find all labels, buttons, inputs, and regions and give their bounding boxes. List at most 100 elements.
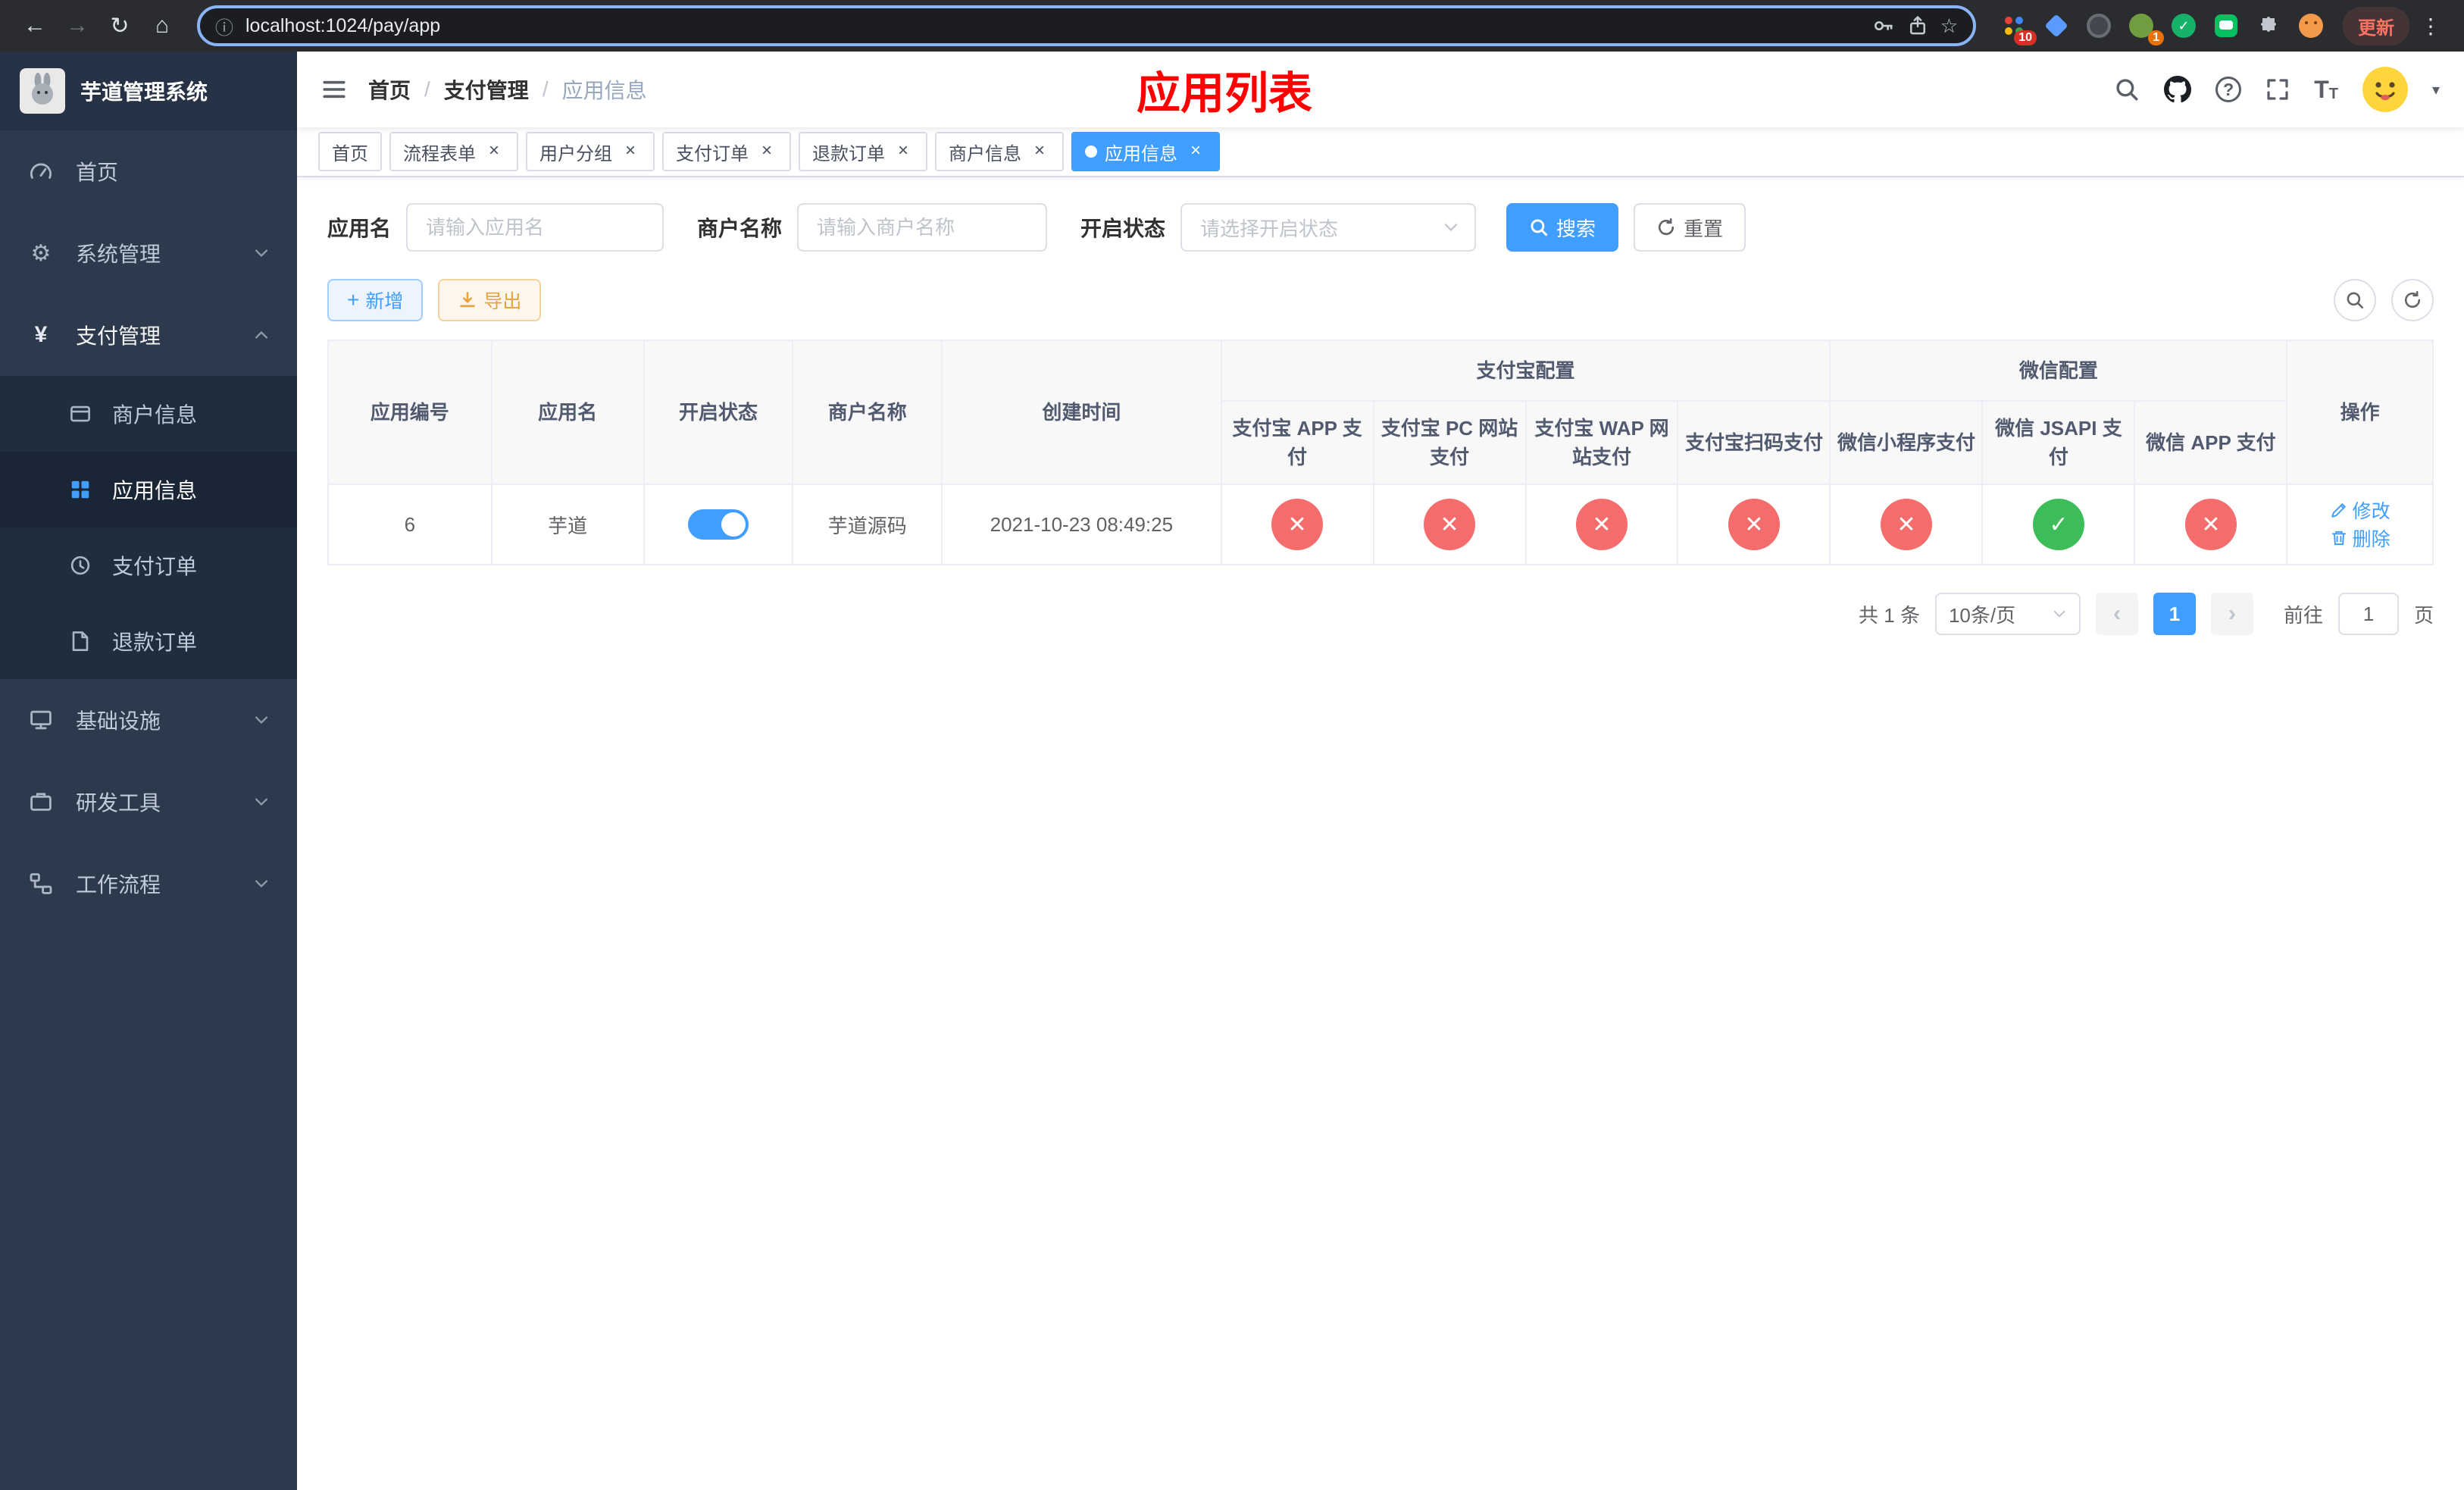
goto-label: 前往 bbox=[2283, 603, 2323, 627]
extension-check-icon[interactable]: ✓ bbox=[2170, 12, 2197, 39]
export-button[interactable]: 导出 bbox=[438, 279, 542, 321]
browser-forward-button[interactable]: → bbox=[58, 6, 97, 45]
toggle-search-button[interactable] bbox=[2334, 279, 2376, 321]
sidebar-item-home[interactable]: 首页 bbox=[0, 130, 297, 212]
wx-mini-status-icon: ✕ bbox=[1880, 499, 1932, 550]
browser-back-button[interactable]: ← bbox=[15, 6, 55, 45]
refresh-table-button[interactable] bbox=[2391, 279, 2434, 321]
site-info-icon[interactable]: ⓘ bbox=[215, 13, 233, 39]
close-icon[interactable]: × bbox=[620, 141, 641, 162]
total-count: 共 1 条 bbox=[1859, 603, 1920, 627]
reset-button[interactable]: 重置 bbox=[1634, 203, 1746, 252]
close-icon[interactable]: × bbox=[483, 141, 505, 162]
toolbox-icon bbox=[27, 790, 55, 814]
delete-button[interactable]: 删除 bbox=[2330, 524, 2391, 552]
search-icon[interactable] bbox=[2114, 77, 2140, 102]
password-key-icon[interactable] bbox=[1872, 14, 1895, 37]
chevron-down-icon bbox=[253, 794, 270, 810]
goto-unit: 页 bbox=[2413, 603, 2434, 627]
sidebar-item-label: 退款订单 bbox=[112, 631, 198, 654]
extension-chat-icon[interactable] bbox=[2212, 12, 2240, 39]
github-icon[interactable] bbox=[2164, 76, 2192, 103]
gear-icon: ⚙ bbox=[30, 240, 52, 266]
avatar-caret-icon[interactable]: ▾ bbox=[2432, 80, 2440, 99]
prev-page-button[interactable]: ‹ bbox=[2095, 593, 2138, 635]
hamburger-icon[interactable] bbox=[321, 77, 347, 102]
tab-merchant-info[interactable]: 商户信息 × bbox=[935, 132, 1064, 171]
status-toggle[interactable] bbox=[687, 509, 749, 540]
chevron-down-icon bbox=[2052, 606, 2067, 621]
merchant-name-input[interactable] bbox=[797, 203, 1048, 252]
app-logo bbox=[20, 68, 65, 114]
alipay-app-status-icon: ✕ bbox=[1271, 499, 1324, 550]
share-icon[interactable] bbox=[1907, 15, 1928, 36]
edit-button[interactable]: 修改 bbox=[2330, 496, 2391, 524]
tab-app-info[interactable]: 应用信息 × bbox=[1071, 132, 1220, 171]
address-bar[interactable]: ⓘ localhost:1024/pay/app ☆ bbox=[197, 5, 1976, 46]
cell-wx-app: ✕ bbox=[2134, 484, 2288, 565]
extension-grid-icon[interactable]: 10 bbox=[2000, 12, 2037, 45]
page-number-button[interactable]: 1 bbox=[2153, 593, 2196, 635]
sidebar-item-dev-tools[interactable]: 研发工具 bbox=[0, 761, 297, 843]
goto-page-input[interactable] bbox=[2337, 593, 2399, 635]
browser-update-button[interactable]: 更新 bbox=[2343, 6, 2409, 45]
close-icon[interactable]: × bbox=[1029, 141, 1050, 162]
sidebar-item-infrastructure[interactable]: 基础设施 bbox=[0, 679, 297, 761]
close-icon[interactable]: × bbox=[1185, 141, 1206, 162]
sidebar-item-payment[interactable]: ¥ 支付管理 bbox=[0, 294, 297, 376]
tab-user-group[interactable]: 用户分组 × bbox=[526, 132, 655, 171]
sidebar-item-refund-orders[interactable]: 退款订单 bbox=[0, 603, 297, 679]
browser-reload-button[interactable]: ↻ bbox=[100, 6, 139, 45]
cell-wx-mini: ✕ bbox=[1829, 484, 1984, 565]
search-button[interactable]: 搜索 bbox=[1506, 203, 1619, 252]
extensions-puzzle-icon[interactable] bbox=[2255, 12, 2282, 39]
alipay-scan-status-icon: ✕ bbox=[1728, 499, 1780, 550]
page-size-select[interactable]: 10条/页 bbox=[1934, 593, 2081, 635]
font-size-icon[interactable]: TT bbox=[2314, 77, 2338, 102]
close-icon[interactable]: × bbox=[756, 141, 777, 162]
table-toolbar: + 新增 导出 bbox=[327, 279, 2434, 321]
sidebar-item-app-info[interactable]: 应用信息 bbox=[0, 452, 297, 527]
extension-avatar-icon[interactable]: 1 bbox=[2128, 12, 2164, 45]
col-header-wx-app: 微信 APP 支付 bbox=[2134, 400, 2288, 485]
app-frame: 芋道管理系统 首页 ⚙ 系统管理 ¥ 支付管理 商户信息 应用信息 支付订单 退… bbox=[0, 52, 2464, 1490]
col-header-alipay-app: 支付宝 APP 支付 bbox=[1220, 400, 1374, 485]
sidebar-item-system[interactable]: ⚙ 系统管理 bbox=[0, 212, 297, 294]
browser-home-button[interactable]: ⌂ bbox=[142, 6, 182, 45]
tab-refund-orders[interactable]: 退款订单 × bbox=[799, 132, 927, 171]
browser-profile-avatar[interactable] bbox=[2297, 12, 2325, 39]
bookmark-star-icon[interactable]: ☆ bbox=[1940, 14, 1958, 38]
status-select[interactable]: 请选择开启状态 bbox=[1180, 203, 1477, 252]
cell-created: 2021-10-23 08:49:25 bbox=[941, 484, 1222, 565]
extension-gem-icon[interactable] bbox=[2043, 12, 2070, 39]
sidebar-item-workflow[interactable]: 工作流程 bbox=[0, 843, 297, 925]
breadcrumb-payment[interactable]: 支付管理 bbox=[444, 74, 529, 105]
next-page-button[interactable]: › bbox=[2210, 593, 2253, 635]
user-avatar[interactable] bbox=[2362, 67, 2408, 112]
add-button[interactable]: + 新增 bbox=[327, 279, 424, 321]
help-icon[interactable]: ? bbox=[2215, 77, 2242, 102]
tab-home[interactable]: 首页 bbox=[318, 132, 382, 171]
tab-payment-orders[interactable]: 支付订单 × bbox=[662, 132, 791, 171]
chevron-down-icon bbox=[253, 245, 270, 261]
browser-menu-icon[interactable]: ⋮ bbox=[2412, 14, 2449, 39]
close-icon[interactable]: × bbox=[893, 141, 914, 162]
sidebar-item-merchant-info[interactable]: 商户信息 bbox=[0, 376, 297, 452]
cell-alipay-pc: ✕ bbox=[1372, 484, 1527, 565]
sidebar-logo-row[interactable]: 芋道管理系统 bbox=[0, 52, 297, 130]
sidebar-item-label: 首页 bbox=[76, 161, 119, 184]
tags-view: 首页 流程表单 × 用户分组 × 支付订单 × 退款订单 × 商户信息 × 应用信息 × bbox=[297, 127, 2464, 177]
fullscreen-icon[interactable] bbox=[2265, 77, 2290, 102]
browser-toolbar: ← → ↻ ⌂ ⓘ localhost:1024/pay/app ☆ 10 1 bbox=[0, 0, 2464, 52]
extension-dark-icon[interactable] bbox=[2085, 12, 2112, 39]
app-name-input[interactable] bbox=[406, 203, 664, 252]
breadcrumb-home[interactable]: 首页 bbox=[368, 74, 411, 105]
chevron-down-icon bbox=[1443, 219, 1459, 236]
col-header-app-name: 应用名 bbox=[490, 340, 645, 485]
sidebar-item-label: 系统管理 bbox=[76, 243, 161, 266]
toolbar-right bbox=[2334, 279, 2434, 321]
cell-status bbox=[643, 484, 794, 565]
tab-process-form[interactable]: 流程表单 × bbox=[389, 132, 518, 171]
status-label: 开启状态 bbox=[1080, 217, 1166, 240]
sidebar-item-payment-orders[interactable]: 支付订单 bbox=[0, 527, 297, 603]
